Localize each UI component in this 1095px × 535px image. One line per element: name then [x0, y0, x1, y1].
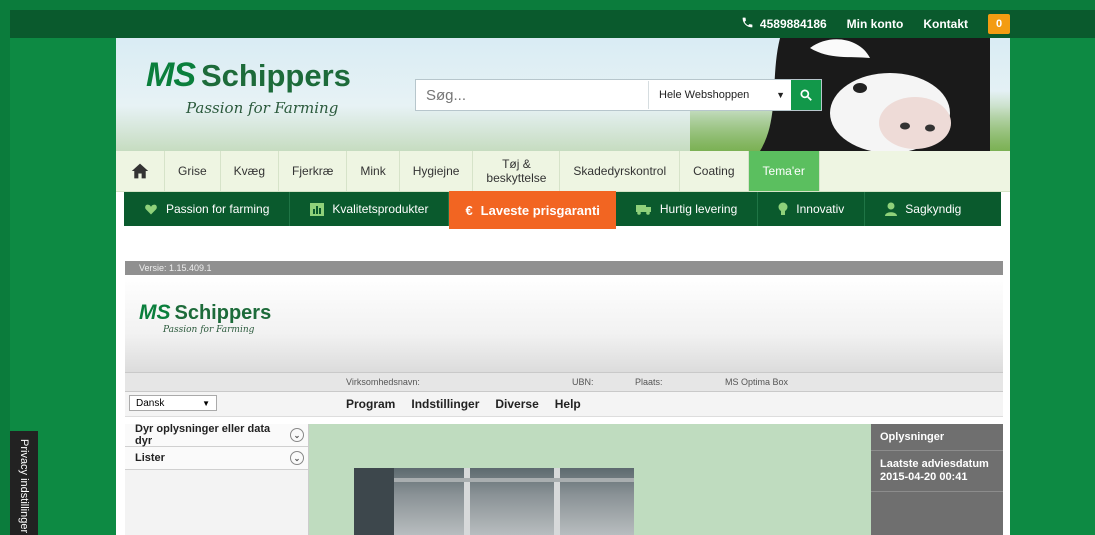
- info-panel-title: Oplysninger: [871, 424, 1003, 451]
- nav-item-skadedyrskontrol[interactable]: Skadedyrskontrol: [560, 151, 681, 191]
- logo-ms: MS: [146, 56, 196, 94]
- advice-date-value: 2015-04-20 00:41: [880, 471, 968, 483]
- app-sidebar: Dyr oplysninger eller data dyr ⌄ Lister …: [125, 423, 309, 535]
- usp-passion[interactable]: Passion for farming: [124, 192, 291, 226]
- app-logo-ms: MS: [139, 301, 171, 324]
- top-bar: 4589884186 Min konto Kontakt 0: [10, 10, 1095, 38]
- menu-indstillinger[interactable]: Indstillinger: [411, 397, 479, 411]
- language-value: Dansk: [136, 397, 165, 409]
- ubn-label: UBN:: [572, 377, 594, 387]
- contact-link[interactable]: Kontakt: [923, 17, 968, 31]
- app-logo-tagline: Passion for Farming: [163, 325, 255, 335]
- usp-sagkyndig[interactable]: Sagkyndig: [865, 192, 981, 226]
- language-select[interactable]: Dansk ▼: [129, 395, 217, 411]
- search-bar: Hele Webshoppen ▼: [415, 79, 822, 111]
- info-bar: Virksomhedsnavn: UBN: Plaats: MS Optima …: [125, 372, 1003, 392]
- phone-number: 4589884186: [759, 17, 827, 31]
- advice-date-label: Laatste adviesdatum: [880, 458, 989, 470]
- quality-chart-icon: [310, 202, 325, 216]
- search-icon: [800, 89, 812, 101]
- nav-item-hygiejne[interactable]: Hygiejne: [400, 151, 474, 191]
- nav-item-mink[interactable]: Mink: [347, 151, 400, 191]
- usp-innovativ[interactable]: Innovativ: [758, 192, 866, 226]
- logo-name: Schippers: [201, 58, 351, 93]
- chevron-down-icon: ⌄: [290, 451, 304, 465]
- menu-diverse[interactable]: Diverse: [495, 397, 538, 411]
- usp-prisgaranti[interactable]: € Laveste prisgaranti: [449, 191, 616, 229]
- sidebar-item-label: Dyr oplysninger eller data dyr: [135, 423, 271, 447]
- usp-bar: Passion for farming Kvalitetsprodukter €…: [124, 191, 1001, 229]
- usp-kvalitet[interactable]: Kvalitetsprodukter: [290, 192, 450, 226]
- truck-icon: [635, 204, 651, 215]
- logo-tagline: Passion for Farming: [186, 99, 339, 117]
- usp-label: Innovativ: [796, 202, 845, 216]
- privacy-settings-button[interactable]: Privacy indstillinger: [10, 431, 38, 535]
- barn-photo: [354, 468, 634, 535]
- usp-levering[interactable]: Hurtig levering: [616, 192, 759, 226]
- usp-label: Sagkyndig: [905, 202, 962, 216]
- nav-item-toej[interactable]: Tøj & beskyttelse: [473, 151, 561, 191]
- usp-label: Kvalitetsprodukter: [332, 202, 429, 216]
- search-scope-select[interactable]: Hele Webshoppen ▼: [648, 81, 791, 109]
- home-button[interactable]: [116, 151, 165, 191]
- place-label: Plaats:: [635, 377, 663, 387]
- main-nav: Grise Kvæg Fjerkræ Mink Hygiejne Tøj & b…: [116, 151, 1010, 192]
- phone-icon: [741, 16, 754, 32]
- cart-icon[interactable]: 0: [988, 14, 1010, 34]
- cart-count: 0: [995, 18, 1003, 30]
- company-label: Virksomhedsnavn:: [346, 377, 420, 387]
- app-header: MS Schippers Passion for Farming: [125, 275, 1003, 372]
- sidebar-item-lister[interactable]: Lister ⌄: [125, 447, 308, 470]
- nav-item-fjerkrae[interactable]: Fjerkræ: [279, 151, 348, 191]
- app-menubar: Dansk ▼ Program Indstillinger Diverse He…: [125, 392, 1003, 417]
- sidebar-item-dyr[interactable]: Dyr oplysninger eller data dyr ⌄: [125, 423, 308, 447]
- dropdown-arrow-icon: ▼: [776, 90, 785, 100]
- account-link[interactable]: Min konto: [847, 17, 904, 31]
- search-button[interactable]: [791, 80, 821, 110]
- usp-label: Laveste prisgaranti: [480, 202, 600, 218]
- phone-link[interactable]: 4589884186: [741, 16, 827, 32]
- embedded-app: Versie: 1.15.409.1 MS Schippers Passion f…: [125, 261, 1003, 535]
- menu-program[interactable]: Program: [346, 397, 395, 411]
- nav-item-kvaeg[interactable]: Kvæg: [221, 151, 280, 191]
- chevron-down-icon: ⌄: [290, 428, 304, 442]
- logo[interactable]: MS Schippers Passion for Farming: [146, 56, 351, 117]
- heart-icon: [145, 204, 157, 215]
- dropdown-arrow-icon: ▼: [202, 398, 210, 408]
- advice-date-block: Laatste adviesdatum 2015-04-20 00:41: [871, 451, 1003, 492]
- version-bar: Versie: 1.15.409.1: [125, 261, 1003, 275]
- price-guarantee-icon: €: [465, 202, 473, 218]
- app-logo-name: Schippers: [174, 302, 272, 324]
- usp-label: Hurtig levering: [659, 202, 738, 216]
- search-input[interactable]: [416, 80, 648, 110]
- nav-item-temaer[interactable]: Tema'er: [748, 151, 820, 191]
- person-icon: [885, 202, 898, 216]
- sidebar-item-label: Lister: [135, 452, 165, 464]
- app-logo: MS Schippers Passion for Farming: [139, 301, 271, 335]
- usp-label: Passion for farming: [166, 202, 270, 216]
- right-background: [1010, 38, 1095, 535]
- lightbulb-icon: [778, 202, 788, 215]
- app-content: [309, 424, 871, 535]
- search-scope-value: Hele Webshoppen: [659, 89, 750, 101]
- nav-item-coating[interactable]: Coating: [680, 151, 749, 191]
- product-name: MS Optima Box: [725, 377, 789, 387]
- header-banner: MSSchippers Passion for Farming Hele Web…: [116, 38, 1010, 151]
- menu-help[interactable]: Help: [555, 397, 581, 411]
- home-icon: [131, 163, 149, 179]
- info-panel: Oplysninger Laatste adviesdatum 2015-04-…: [871, 424, 1003, 535]
- nav-item-grise[interactable]: Grise: [165, 151, 221, 191]
- page-container: MSSchippers Passion for Farming Hele Web…: [116, 38, 1010, 535]
